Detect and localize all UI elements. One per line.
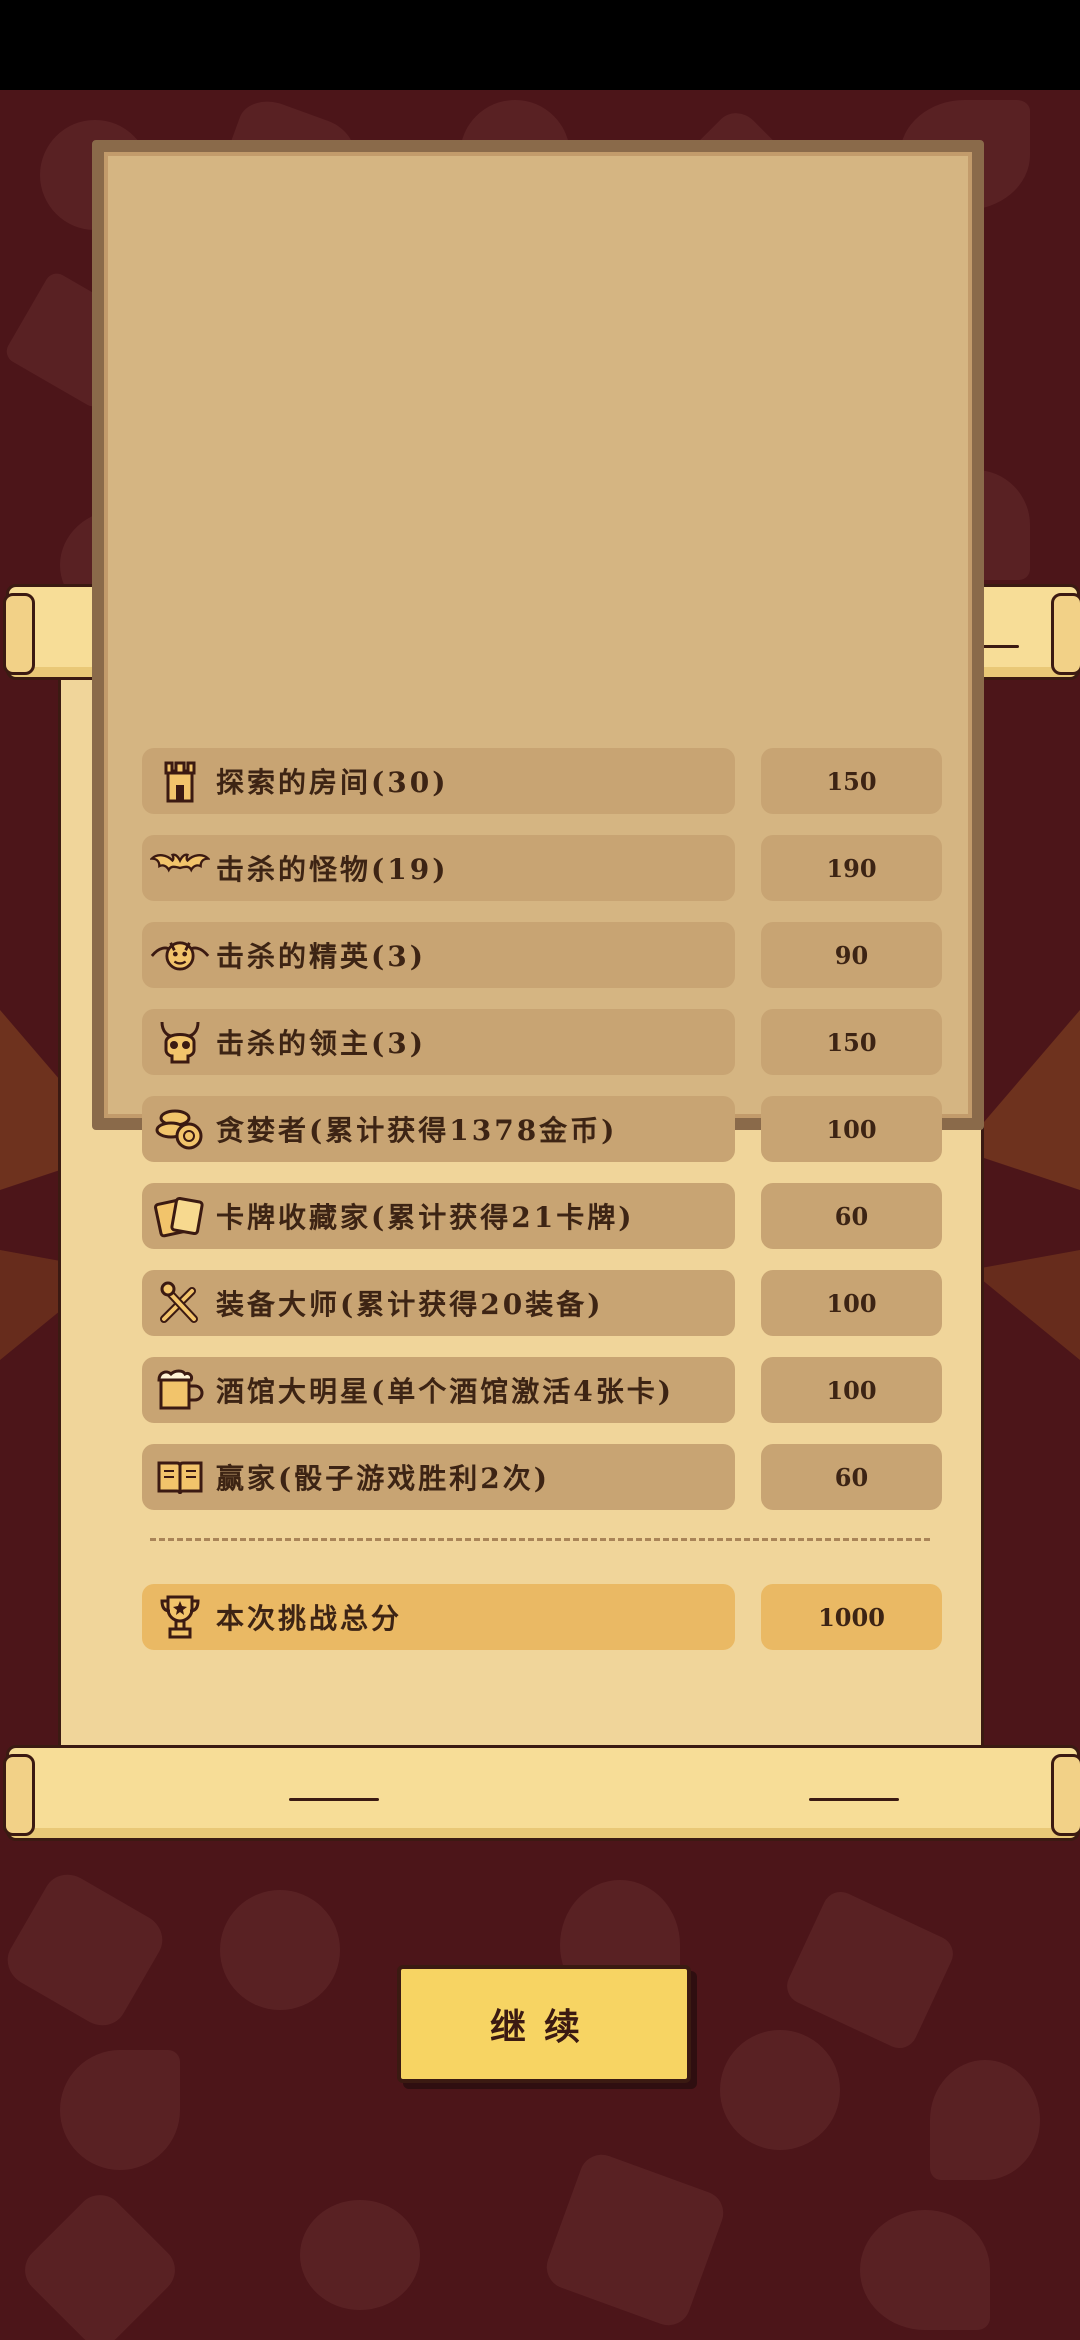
trophy-icon (150, 1590, 210, 1644)
score-value: 60 (761, 1183, 942, 1249)
winged-demon-icon (150, 928, 210, 982)
tower-icon (150, 754, 210, 808)
score-value: 60 (761, 1444, 942, 1510)
cards-icon (150, 1189, 210, 1243)
score-row-bosses: 击杀的领主(3) 150 (142, 1009, 942, 1075)
score-row-greedy: 贪婪者(累计获得1378金币) 100 (142, 1096, 942, 1162)
score-value: 150 (761, 748, 942, 814)
score-row-elites: 击杀的精英(3) 90 (142, 922, 942, 988)
score-label: 击杀的领主(3) (216, 1027, 426, 1060)
beer-mug-icon (150, 1363, 210, 1417)
score-label: 酒馆大明星(单个酒馆激活4张卡) (216, 1375, 674, 1408)
scroll-bottom-roll (3, 1745, 1080, 1841)
score-value: 100 (761, 1270, 942, 1336)
score-label: 击杀的怪物(19) (216, 853, 449, 886)
score-row-rooms: 探索的房间(30) 150 (142, 748, 942, 814)
open-book-icon (150, 1450, 210, 1504)
total-label: 本次挑战总分 (216, 1602, 403, 1635)
score-row-collector: 卡牌收藏家(累计获得21卡牌) 60 (142, 1183, 942, 1249)
score-value: 100 (761, 1357, 942, 1423)
divider (150, 1538, 930, 1545)
score-row-equipment: 装备大师(累计获得20装备) 100 (142, 1270, 942, 1336)
score-label: 装备大师(累计获得20装备) (216, 1288, 604, 1321)
score-value: 190 (761, 835, 942, 901)
score-value: 150 (761, 1009, 942, 1075)
score-label: 探索的房间(30) (216, 766, 449, 799)
horned-skull-icon (150, 1015, 210, 1069)
bat-icon (150, 841, 210, 895)
score-value: 100 (761, 1096, 942, 1162)
status-bar (0, 0, 1080, 90)
crossed-weapons-icon (150, 1276, 210, 1330)
score-row-tavern: 酒馆大明星(单个酒馆激活4张卡) 100 (142, 1357, 942, 1423)
score-label: 赢家(骰子游戏胜利2次) (216, 1462, 550, 1495)
score-value: 90 (761, 922, 942, 988)
total-value: 1000 (761, 1584, 942, 1650)
score-row-monsters: 击杀的怪物(19) 190 (142, 835, 942, 901)
score-row-winner: 赢家(骰子游戏胜利2次) 60 (142, 1444, 942, 1510)
score-label: 卡牌收藏家(累计获得21卡牌) (216, 1201, 635, 1234)
continue-button[interactable]: 继续 (397, 1965, 691, 2083)
score-label: 击杀的精英(3) (216, 940, 426, 973)
score-row-total: 本次挑战总分 1000 (142, 1584, 942, 1650)
score-label: 贪婪者(累计获得1378金币) (216, 1114, 618, 1147)
coin-stack-icon (150, 1102, 210, 1156)
